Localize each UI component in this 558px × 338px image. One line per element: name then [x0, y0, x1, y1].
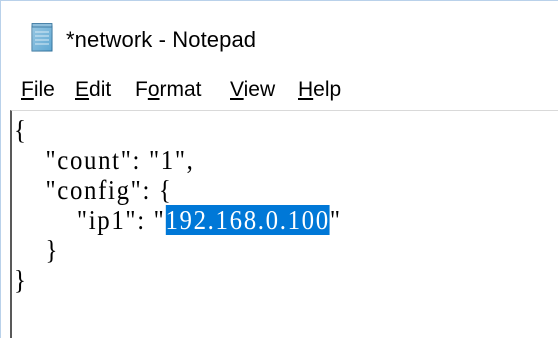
menu-format-label: rmat: [159, 78, 202, 101]
menu-help-label: elp: [313, 78, 342, 101]
title-bar[interactable]: *network - Notepad: [1, 1, 558, 69]
selected-text: 192.168.0.100: [165, 205, 330, 235]
menu-view-accel: V: [230, 78, 244, 101]
editor-line: "ip1": "192.168.0.100": [14, 204, 342, 236]
menu-file-label: ile: [33, 78, 55, 101]
menu-edit-accel: E: [75, 78, 90, 101]
menu-edit[interactable]: Edit: [75, 78, 111, 102]
editor-line: }: [14, 265, 28, 295]
menu-format[interactable]: Format: [135, 78, 202, 102]
menu-file-accel: F: [21, 78, 34, 101]
notepad-window: *network - Notepad File Edit Format View…: [0, 0, 558, 338]
menu-file[interactable]: File: [21, 78, 55, 102]
menu-bar: File Edit Format View Help: [1, 73, 558, 109]
editor-line: {: [14, 115, 28, 145]
line-text: ": [329, 205, 342, 235]
window-title: *network - Notepad: [66, 27, 257, 52]
menu-edit-label: dit: [89, 78, 112, 101]
text-editor[interactable]: { "count": "1", "config": { "ip1": "192.…: [10, 110, 558, 338]
line-text: "ip1": ": [14, 205, 166, 235]
menu-help[interactable]: Help: [298, 78, 341, 102]
notepad-icon: [31, 23, 53, 52]
menu-help-accel: H: [298, 78, 314, 101]
editor-line: "config": {: [14, 175, 173, 205]
menu-format-accel: o: [147, 78, 160, 101]
menu-view[interactable]: View: [230, 78, 275, 102]
editor-line: "count": "1",: [14, 145, 195, 175]
menu-view-label: iew: [243, 78, 276, 101]
menu-format-prefix: F: [135, 78, 148, 101]
editor-line: }: [14, 235, 60, 265]
